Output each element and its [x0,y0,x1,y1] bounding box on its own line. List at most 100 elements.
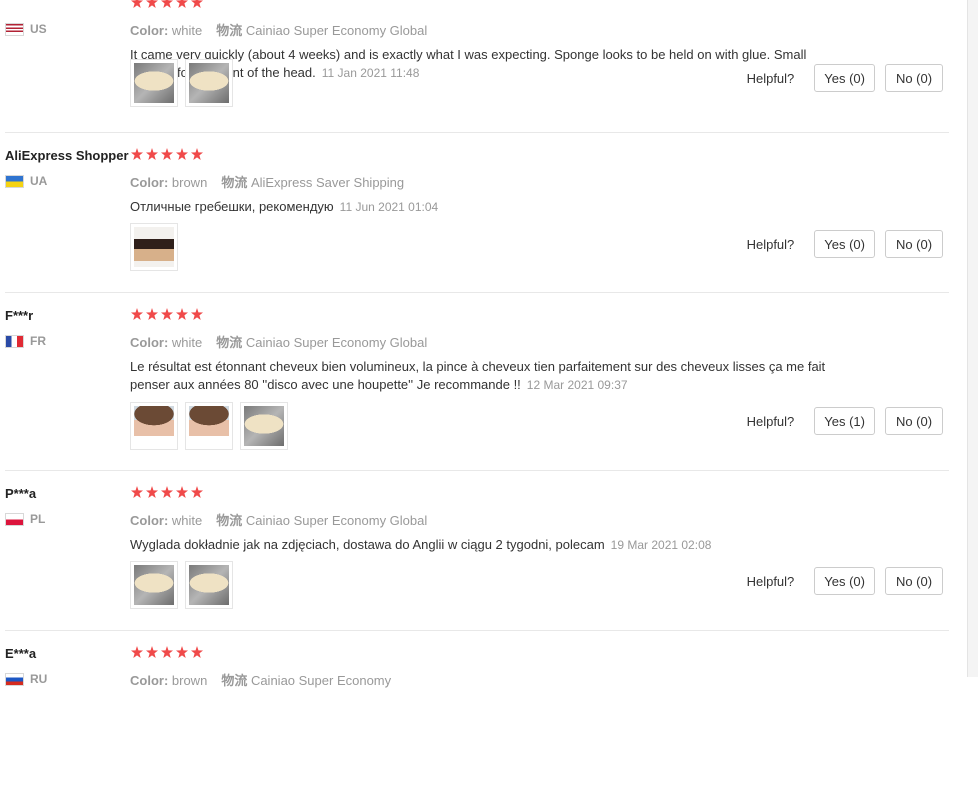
helpful-vote: Helpful? Yes (0) No (0) [747,230,943,258]
review-photo-thumbnail[interactable] [130,561,178,609]
hair-photo [189,406,229,446]
star-icon [131,486,143,498]
review-photo-thumbnail[interactable] [130,59,178,107]
review-text: Wyglada dokładnie jak na zdjęciach, dost… [130,536,850,554]
color-value: brown [168,175,208,190]
shipping-label: 物流 [221,175,248,190]
review-attributes: Color: white 物流 Cainiao Super Economy Glo… [130,510,427,529]
review-photo-thumbnail[interactable] [130,402,178,450]
star-icon [161,646,173,658]
review-photo-thumbnail[interactable] [130,223,178,271]
review-attributes: Color: white 物流 Cainiao Super Economy Glo… [130,332,427,351]
star-rating [131,486,203,500]
shipping-value: AliExpress Saver Shipping [247,175,405,190]
color-value: white [168,513,203,528]
helpful-no-button[interactable]: No (0) [885,567,943,595]
review-photo-thumbnail[interactable] [240,402,288,450]
star-icon [146,148,158,160]
helpful-yes-button[interactable]: Yes (0) [814,230,875,258]
star-icon [146,0,158,8]
country-code: FR [30,334,46,348]
helpful-label: Helpful? [746,413,795,429]
star-icon [191,0,203,8]
flag-pl-icon [5,512,24,526]
review-text: It came very quickly (about 4 weeks) and… [130,46,850,82]
color-label: Color: [130,175,169,190]
shipping-value: Cainiao Super Economy Global [242,335,428,350]
shipping-value: Cainiao Super Economy [247,673,392,688]
comb-white-photo [134,565,174,605]
reviewer-name: P***a [5,486,37,501]
review-photo-thumbnail[interactable] [185,59,233,107]
helpful-yes-button[interactable]: Yes (1) [814,407,875,435]
review-content: Le résultat est étonnant cheveux bien vo… [130,359,826,392]
star-icon [191,148,203,160]
reviewer-country: PL [5,511,45,527]
reviewer-country: US [5,21,47,37]
color-label: Color: [130,335,169,350]
star-icon [146,308,158,320]
review-attributes: Color: white 物流 Cainiao Super Economy Glo… [130,20,427,39]
star-icon [161,308,173,320]
star-icon [191,486,203,498]
comb-white-photo [244,406,284,446]
reviewer-country: FR [5,333,46,349]
review-date: 19 Mar 2021 02:08 [610,538,712,552]
country-code: PL [30,512,46,526]
helpful-vote: Helpful? Yes (0) No (0) [747,64,943,92]
star-rating [131,646,203,660]
flag-ua-icon [5,174,24,188]
country-code: UA [30,174,48,188]
star-icon [176,646,188,658]
shipping-value: Cainiao Super Economy Global [242,23,428,38]
star-icon [131,148,143,160]
shipping-value: Cainiao Super Economy Global [242,513,428,528]
review-photo-thumbnail[interactable] [185,561,233,609]
country-code: US [30,22,47,36]
comb-white-photo [189,63,229,103]
review-item: P***a PL Color: white 物流 Cainiao Super Econ… [0,486,950,636]
flag-ru-icon [5,672,24,686]
review-photos [130,59,233,107]
review-text: Отличные гребешки, рекомендую 11 Jun 2021… [130,198,850,216]
review-photo-thumbnail[interactable] [185,402,233,450]
shipping-label: 物流 [216,23,243,38]
review-date: 12 Mar 2021 09:37 [526,378,628,392]
review-attributes: Color: brown 物流 Cainiao Super Economy [130,670,391,689]
helpful-no-button[interactable]: No (0) [885,230,943,258]
hair-photo [134,406,174,446]
review-photos [130,561,233,609]
reviewer-name: F***r [5,308,34,323]
helpful-vote: Helpful? Yes (1) No (0) [747,407,943,435]
helpful-yes-button[interactable]: Yes (0) [814,567,875,595]
page-scrollbar[interactable] [967,0,978,677]
flag-us-icon [5,22,24,36]
star-icon [146,646,158,658]
reviewer-name: E***a [5,646,37,661]
star-icon [131,308,143,320]
star-icon [131,0,143,8]
review-date: 11 Jun 2021 01:04 [339,200,439,214]
helpful-no-button[interactable]: No (0) [885,64,943,92]
star-rating [131,148,203,162]
star-icon [176,486,188,498]
star-icon [191,308,203,320]
helpful-label: Helpful? [746,70,795,86]
helpful-vote: Helpful? Yes (0) No (0) [747,567,943,595]
color-value: white [168,335,203,350]
star-icon [146,486,158,498]
country-code: RU [30,672,48,686]
review-content: Отличные гребешки, рекомендую [130,199,334,214]
review-text: Le résultat est étonnant cheveux bien vo… [130,358,850,394]
star-icon [161,0,173,8]
color-label: Color: [130,23,169,38]
helpful-yes-button[interactable]: Yes (0) [814,64,875,92]
comb-white-photo [134,63,174,103]
review-item: US Color: white 物流 Cainiao Super Economy G… [0,0,950,146]
color-value: white [168,23,203,38]
color-label: Color: [130,513,169,528]
comb-white-photo [189,565,229,605]
helpful-no-button[interactable]: No (0) [885,407,943,435]
flag-fr-icon [5,334,24,348]
review-content: Wyglada dokładnie jak na zdjęciach, dost… [130,537,605,552]
